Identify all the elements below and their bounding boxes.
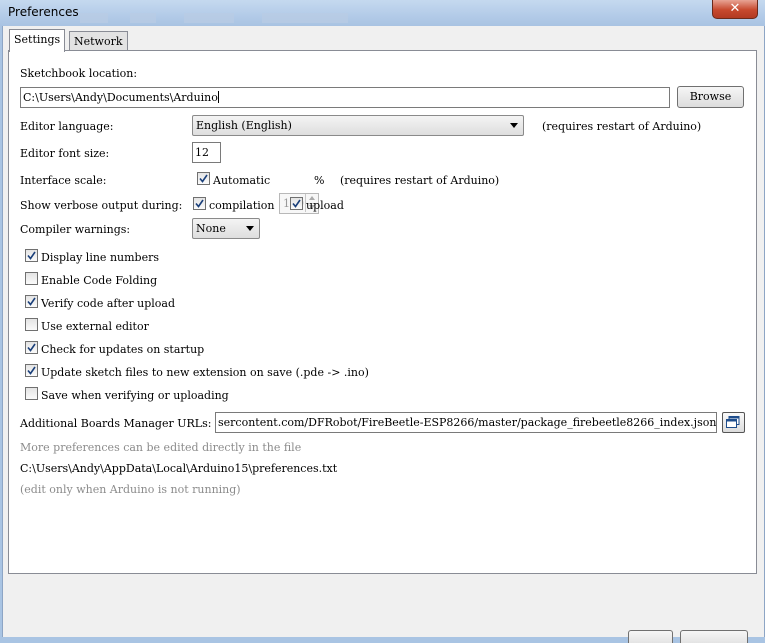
font-size-value: 12: [195, 146, 209, 159]
option-save-when-verifying-label: Save when verifying or uploading: [41, 389, 229, 402]
tab-settings[interactable]: Settings: [9, 29, 66, 52]
scale-automatic-label: Automatic: [213, 174, 271, 187]
scale-unit: %: [314, 174, 325, 187]
checkmark-icon: [27, 366, 36, 375]
boards-urls-label: Additional Boards Manager URLs:: [20, 417, 212, 430]
option-verify-after-upload-checkbox[interactable]: [25, 295, 38, 308]
scale-automatic-checkbox[interactable]: [197, 172, 210, 185]
compiler-warnings-select[interactable]: None: [192, 218, 260, 239]
compiler-warnings-label: Compiler warnings:: [20, 223, 131, 236]
option-display-line-numbers-checkbox[interactable]: [25, 249, 38, 262]
dialog-body: Settings Network Sketchbook location: C:…: [2, 26, 765, 643]
window-list-icon: [726, 416, 740, 428]
close-button[interactable]: ✕: [712, 0, 758, 19]
browse-label: Browse: [689, 90, 732, 103]
settings-panel: Sketchbook location: C:\Users\Andy\Docum…: [8, 50, 757, 574]
editor-language-label: Editor language:: [20, 120, 114, 133]
background-blur: [262, 13, 348, 23]
option-verify-after-upload-label: Verify code after upload: [41, 297, 176, 310]
option-check-updates-checkbox[interactable]: [25, 341, 38, 354]
boards-urls-value: sercontent.com/DFRobot/FireBeetle-ESP826…: [218, 416, 717, 429]
checkmark-icon: [27, 297, 36, 306]
text-cursor: [217, 91, 219, 103]
boards-urls-edit-button[interactable]: [722, 412, 745, 433]
option-code-folding-checkbox[interactable]: [25, 272, 38, 285]
checkmark-icon: [27, 251, 36, 260]
window-title: Preferences: [8, 5, 79, 19]
boards-urls-input[interactable]: sercontent.com/DFRobot/FireBeetle-ESP826…: [215, 412, 717, 433]
scale-note: (requires restart of Arduino): [340, 174, 500, 187]
font-size-input[interactable]: 12: [192, 142, 221, 163]
sketchbook-label: Sketchbook location:: [20, 67, 138, 80]
background-blur: [130, 13, 156, 23]
editor-language-note: (requires restart of Arduino): [542, 120, 702, 133]
title-bar[interactable]: Preferences ✕: [0, 0, 765, 26]
interface-scale-label: Interface scale:: [20, 174, 107, 187]
background-blur: [80, 13, 108, 23]
verbose-upload-label: upload: [306, 199, 344, 212]
tab-network-label: Network: [74, 35, 123, 48]
chevron-down-icon: [246, 226, 254, 231]
verbose-compilation-label: compilation: [209, 199, 275, 212]
browse-button[interactable]: Browse: [677, 86, 744, 108]
verbose-label: Show verbose output during:: [20, 199, 183, 212]
option-code-folding-label: Enable Code Folding: [41, 274, 158, 287]
sketchbook-location-value: C:\Users\Andy\Documents\Arduino: [23, 91, 218, 104]
verbose-compilation-checkbox[interactable]: [193, 197, 206, 210]
background-blur: [184, 13, 234, 23]
checkmark-icon: [195, 199, 204, 208]
option-display-line-numbers-label: Display line numbers: [41, 251, 159, 264]
option-update-extension-label: Update sketch files to new extension on …: [41, 366, 369, 379]
option-save-when-verifying-checkbox[interactable]: [25, 387, 38, 400]
checkmark-icon: [199, 174, 208, 183]
checkmark-icon: [27, 343, 36, 352]
verbose-upload-checkbox[interactable]: [290, 197, 303, 210]
close-icon: ✕: [729, 1, 741, 16]
option-check-updates-label: Check for updates on startup: [41, 343, 205, 356]
more-prefs-note: More preferences can be edited directly …: [20, 441, 302, 454]
tab-network[interactable]: Network: [69, 31, 128, 51]
checkmark-icon: [292, 199, 301, 208]
editor-language-select[interactable]: English (English): [192, 115, 524, 136]
font-size-label: Editor font size:: [20, 147, 110, 160]
sketchbook-location-input[interactable]: C:\Users\Andy\Documents\Arduino: [20, 87, 670, 108]
prefs-file-path: C:\Users\Andy\AppData\Local\Arduino15\pr…: [20, 462, 338, 475]
compiler-warnings-value: None: [196, 222, 226, 235]
option-external-editor-checkbox[interactable]: [25, 318, 38, 331]
option-external-editor-label: Use external editor: [41, 320, 149, 333]
chevron-down-icon: [510, 123, 518, 128]
editor-language-value: English (English): [196, 119, 292, 132]
option-update-extension-checkbox[interactable]: [25, 364, 38, 377]
tab-settings-label: Settings: [14, 33, 61, 46]
edit-note: (edit only when Arduino is not running): [20, 483, 241, 496]
